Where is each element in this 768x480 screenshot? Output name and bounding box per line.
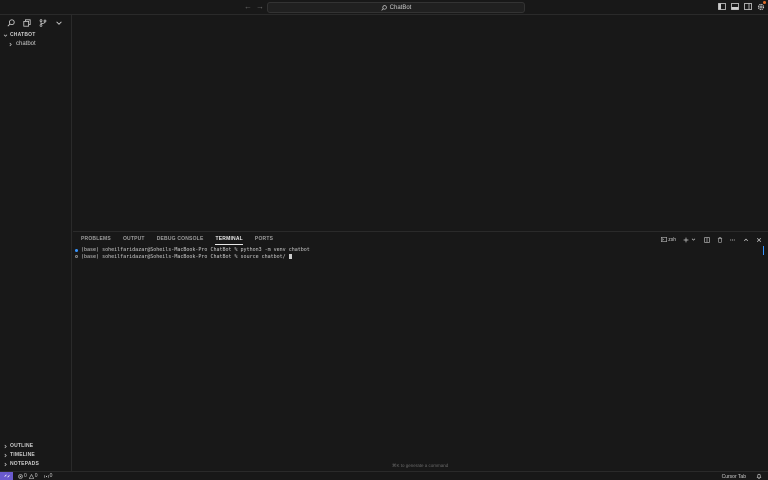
explorer-files-icon[interactable] [22, 18, 32, 28]
chevron-right-icon [4, 462, 7, 466]
source-control-icon[interactable] [38, 18, 48, 28]
panel-tabs: PROBLEMS OUTPUT DEBUG CONSOLE TERMINAL P… [81, 236, 273, 245]
command-success-icon [75, 248, 78, 252]
search-label: ChatBot [389, 4, 412, 11]
tab-problems[interactable]: PROBLEMS [81, 236, 111, 245]
terminal-line: (base) soheilfaridazar@Soheils-MacBook-P… [75, 254, 310, 261]
errors-count: 0 [24, 473, 27, 479]
tab-debug-console[interactable]: DEBUG CONSOLE [157, 236, 204, 245]
remote-icon [3, 474, 10, 478]
broadcast-icon [43, 474, 49, 478]
timeline-section-header[interactable]: TIMELINE [3, 452, 35, 458]
chevron-right-icon [4, 453, 7, 457]
toggle-panel-icon[interactable] [730, 2, 739, 11]
ports-count: 0 [49, 473, 53, 479]
toggle-sidebar-icon[interactable] [717, 2, 726, 11]
cursor-tab-status[interactable]: Cursor Tab [722, 474, 746, 480]
chevron-right-icon [9, 42, 12, 46]
status-bar: 0 0 0 Cursor Tab [0, 471, 768, 480]
remote-indicator[interactable] [0, 471, 13, 480]
timeline-label: TIMELINE [10, 452, 35, 458]
update-badge [763, 1, 766, 4]
back-arrow-icon[interactable]: ← [244, 2, 252, 11]
panel-actions: zsh [661, 236, 762, 243]
tab-terminal[interactable]: TERMINAL [215, 236, 243, 245]
terminal-icon [661, 237, 668, 242]
outline-section-header[interactable]: OUTLINE [3, 443, 33, 449]
shell-label: zsh [668, 236, 676, 243]
sidebar: CHATBOT chatbot OUTLINE TIMELINE NOTEPAD… [0, 15, 72, 471]
warnings-count: 0 [34, 473, 38, 479]
editor-area[interactable] [73, 15, 768, 231]
chevron-right-icon [4, 444, 7, 448]
warning-icon [28, 473, 34, 479]
chevron-down-icon [3, 34, 8, 37]
title-bar: ← → ChatBot [0, 0, 768, 15]
forward-arrow-icon[interactable]: → [256, 2, 264, 11]
close-icon[interactable] [755, 236, 762, 243]
errors-indicator[interactable]: 0 [18, 473, 27, 479]
generate-command-hint: ⌘K to generate a command [392, 463, 449, 468]
error-icon [18, 473, 23, 479]
chevron-down-icon[interactable] [54, 18, 64, 28]
bottom-panel: PROBLEMS OUTPUT DEBUG CONSOLE TERMINAL P… [73, 231, 768, 471]
tab-ports[interactable]: PORTS [255, 236, 273, 245]
chevron-up-icon[interactable] [742, 236, 749, 243]
gear-icon[interactable] [756, 1, 766, 11]
toggle-secondary-sidebar-icon[interactable] [743, 2, 752, 11]
terminal-scroll-indicator[interactable] [763, 246, 764, 255]
plus-icon[interactable] [682, 236, 689, 243]
activity-bar [6, 18, 64, 28]
tab-output[interactable]: OUTPUT [123, 236, 145, 245]
ports-indicator[interactable]: 0 [43, 473, 53, 479]
command-pending-icon [75, 255, 78, 259]
folder-label: chatbot [16, 41, 36, 47]
explorer-section-title: CHATBOT [10, 32, 36, 38]
terminal-output[interactable]: (base) soheilfaridazar@Soheils-MacBook-P… [75, 247, 310, 260]
command-center-search[interactable]: ChatBot [267, 2, 525, 13]
more-icon[interactable] [729, 236, 736, 243]
notepads-label: NOTEPADS [10, 461, 40, 467]
chevron-down-icon[interactable] [690, 236, 697, 243]
terminal-line-text: (base) soheilfaridazar@Soheils-MacBook-P… [81, 253, 286, 260]
warnings-indicator[interactable]: 0 [28, 473, 38, 479]
notepads-section-header[interactable]: NOTEPADS [3, 461, 39, 467]
search-icon[interactable] [6, 18, 16, 28]
outline-label: OUTLINE [10, 443, 34, 449]
split-terminal-icon[interactable] [703, 236, 710, 243]
search-icon [381, 4, 387, 11]
bell-icon[interactable] [756, 473, 762, 480]
folder-item-chatbot[interactable]: chatbot [8, 41, 36, 47]
terminal-shell-selector[interactable]: zsh [661, 237, 676, 243]
trash-icon[interactable] [716, 236, 723, 243]
explorer-section-header[interactable]: CHATBOT [3, 32, 35, 38]
terminal-cursor [288, 254, 292, 260]
